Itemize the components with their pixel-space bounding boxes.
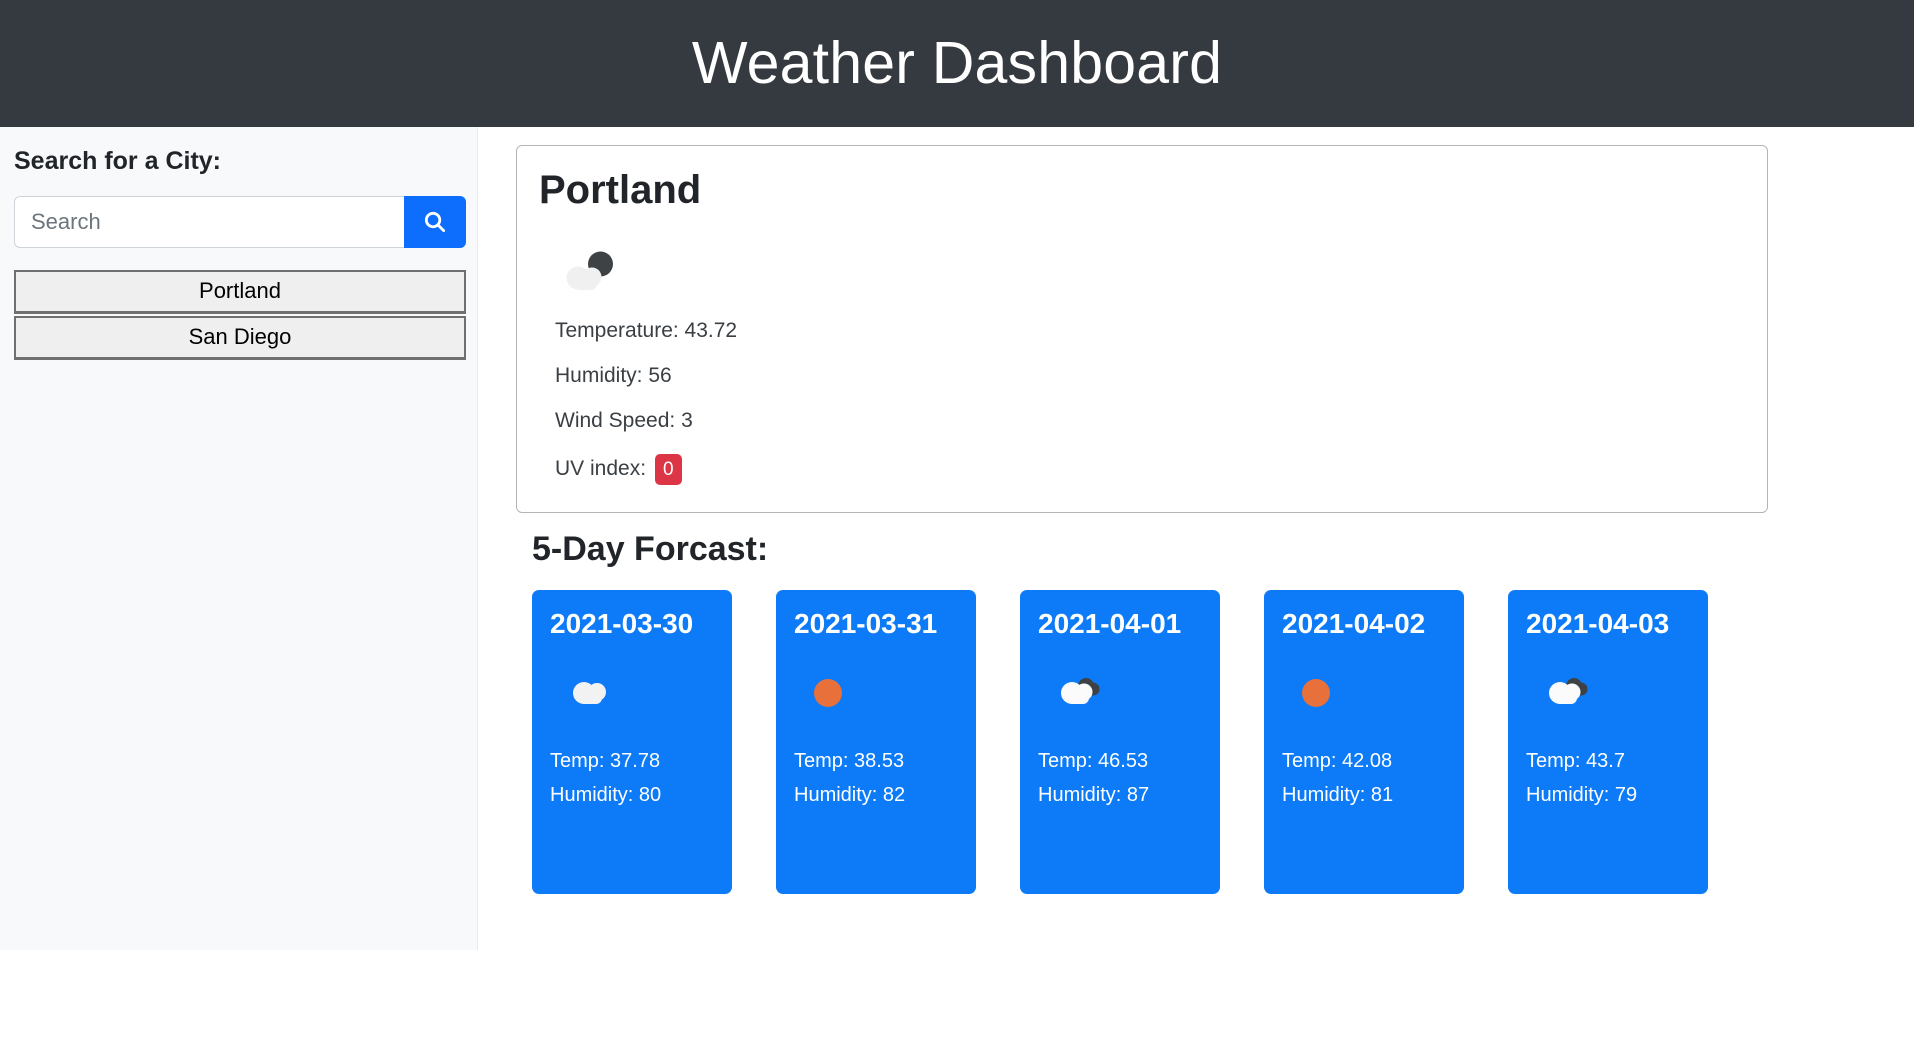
forecast-card: 2021-03-30 Temp: 37.78 Humidity: 80 (532, 589, 732, 894)
cloud-icon (564, 667, 620, 713)
sun-icon (1296, 667, 1352, 713)
uv-index-label: UV index: (555, 457, 647, 481)
forecast-humidity: Humidity: 81 (1282, 784, 1394, 807)
search-sidebar: Search for a City: Portland San Diego (0, 127, 478, 950)
search-input[interactable] (14, 195, 404, 248)
current-temperature: Temperature: 43.72 (555, 319, 738, 342)
forecast-humidity: Humidity: 82 (794, 784, 906, 807)
current-city-name: Portland (539, 168, 702, 212)
forecast-temp: Temp: 42.08 (1282, 750, 1393, 773)
search-icon (422, 209, 448, 235)
city-button-portland[interactable]: Portland (14, 269, 466, 314)
search-form (14, 195, 466, 248)
city-button-san-diego[interactable]: San Diego (14, 315, 466, 360)
current-wind-speed: Wind Speed: 3 (555, 409, 693, 433)
search-heading: Search for a City: (14, 147, 222, 175)
forecast-temp: Temp: 37.78 (550, 750, 661, 773)
forecast-card: 2021-04-01 Temp: 46.53 Humidity: 87 (1020, 589, 1220, 894)
forecast-heading: 5-Day Forcast: (532, 530, 769, 568)
forecast-date: 2021-03-30 (550, 607, 694, 639)
forecast-card: 2021-04-02 Temp: 42.08 Humidity: 81 (1264, 589, 1464, 894)
forecast-humidity: Humidity: 79 (1526, 784, 1638, 807)
forecast-temp: Temp: 38.53 (794, 750, 905, 773)
sun-icon (808, 667, 864, 713)
forecast-temp: Temp: 46.53 (1038, 750, 1149, 773)
forecast-temp: Temp: 43.7 (1526, 750, 1625, 773)
forecast-date: 2021-04-03 (1526, 607, 1670, 639)
current-humidity: Humidity: 56 (555, 364, 672, 388)
forecast-card: 2021-03-31 Temp: 38.53 Humidity: 82 (776, 589, 976, 894)
broken-clouds-icon (1540, 667, 1596, 713)
current-uv-row: UV index: 0 (555, 453, 1745, 485)
search-button[interactable] (404, 195, 466, 248)
uv-index-badge: 0 (655, 453, 682, 485)
city-history-list: Portland San Diego (14, 269, 466, 362)
forecast-date: 2021-04-02 (1282, 607, 1426, 639)
broken-clouds-icon (1052, 667, 1108, 713)
main-content: Portland Temperature: 43.72 Humidity: 56 (478, 127, 1914, 894)
forecast-card: 2021-04-03 Temp: 43.7 Humidity: 79 (1508, 589, 1708, 894)
page-title: Weather Dashboard (691, 30, 1223, 96)
forecast-humidity: Humidity: 87 (1038, 784, 1150, 807)
forecast-date: 2021-04-01 (1038, 607, 1182, 639)
page-body: Search for a City: Portland San Diego Po… (0, 127, 1914, 950)
forecast-humidity: Humidity: 80 (550, 784, 662, 807)
forecast-date: 2021-03-31 (794, 607, 938, 639)
app-header: Weather Dashboard (0, 0, 1914, 127)
forecast-list: 2021-03-30 Temp: 37.78 Humidity: 80 2021… (532, 589, 1914, 894)
current-weather-card: Portland Temperature: 43.72 Humidity: 56 (516, 145, 1768, 513)
broken-clouds-icon (555, 244, 625, 300)
